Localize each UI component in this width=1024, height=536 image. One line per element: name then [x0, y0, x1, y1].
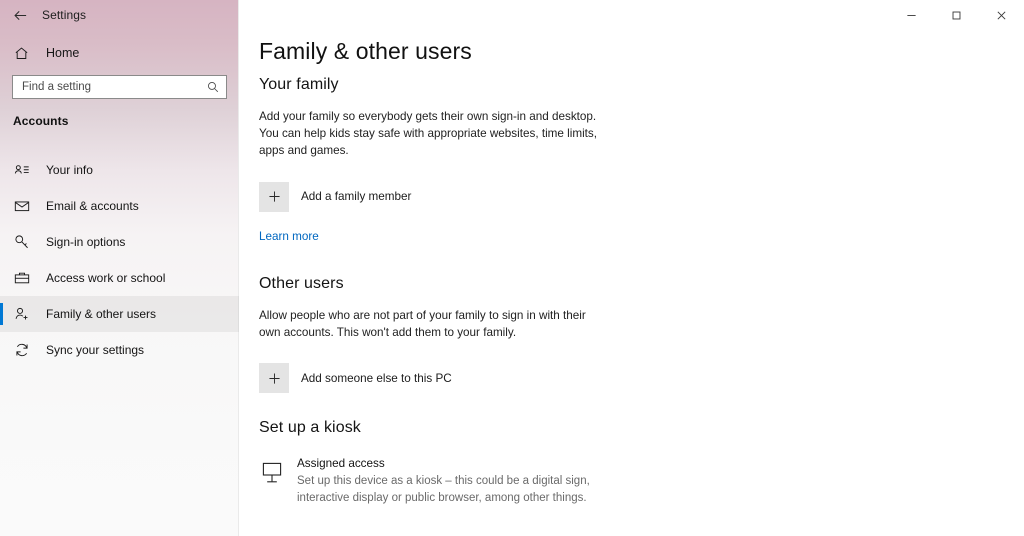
sidebar-item-label: Your info	[46, 163, 93, 177]
assigned-access-item[interactable]: Assigned access Set up this device as a …	[259, 457, 609, 506]
maximize-button[interactable]	[934, 0, 979, 30]
window-controls	[889, 0, 1024, 30]
search-input[interactable]	[22, 81, 206, 93]
assigned-access-text: Assigned access Set up this device as a …	[297, 457, 609, 506]
learn-more-link[interactable]: Learn more	[259, 230, 319, 243]
plus-icon	[259, 181, 289, 212]
sidebar-item-label: Email & accounts	[46, 199, 139, 213]
add-family-member-button[interactable]: Add a family member	[259, 181, 412, 212]
section-description: Allow people who are not part of your fa…	[259, 308, 586, 339]
page-title: Family & other users	[259, 38, 472, 64]
home-icon	[13, 45, 30, 62]
add-someone-else-button[interactable]: Add someone else to this PC	[259, 363, 452, 394]
sidebar-item-access-work-school[interactable]: Access work or school	[0, 260, 239, 296]
key-icon	[13, 234, 30, 251]
sidebar-item-label: Family & other users	[46, 307, 157, 321]
add-family-member-label: Add a family member	[301, 190, 412, 204]
search-container	[12, 75, 227, 99]
assigned-access-title: Assigned access	[297, 457, 385, 471]
contact-card-icon	[13, 162, 30, 179]
sidebar-item-signin-options[interactable]: Sign-in options	[0, 224, 239, 260]
sidebar-item-sync-your-settings[interactable]: Sync your settings	[0, 332, 239, 368]
navigation-sidebar: Home Accounts	[0, 0, 239, 536]
sidebar-item-your-info[interactable]: Your info	[0, 152, 239, 188]
search-box[interactable]	[12, 75, 227, 99]
search-icon	[206, 80, 220, 94]
sidebar-item-label: Access work or school	[46, 271, 166, 285]
title-bar-left: Settings	[0, 0, 239, 30]
main-content: Family & other users Your family Add you…	[239, 0, 1024, 536]
sidebar-group-label: Accounts	[13, 114, 69, 128]
sidebar-item-label: Sync your settings	[46, 343, 145, 357]
add-someone-else-label: Add someone else to this PC	[301, 371, 452, 385]
plus-icon	[259, 363, 289, 394]
briefcase-icon	[13, 270, 30, 287]
section-heading: Set up a kiosk	[259, 419, 361, 437]
close-button[interactable]	[979, 0, 1024, 30]
section-set-up-kiosk: Set up a kiosk Assigned access Set up th…	[259, 419, 609, 506]
back-arrow-icon[interactable]	[10, 5, 30, 25]
sidebar-item-label: Sign-in options	[46, 235, 126, 249]
section-other-users: Other users Allow people who are not par…	[259, 274, 609, 394]
window-title: Settings	[42, 8, 87, 22]
sync-icon	[13, 342, 30, 359]
add-user-icon	[13, 306, 30, 323]
envelope-icon	[13, 198, 30, 215]
section-heading: Other users	[259, 274, 344, 292]
kiosk-display-icon	[259, 459, 285, 487]
section-your-family: Your family Add your family so everybody…	[259, 76, 609, 245]
section-description: Add your family so everybody gets their …	[259, 110, 598, 158]
settings-window: Home Accounts	[0, 0, 1024, 536]
sidebar-item-home[interactable]: Home	[0, 40, 239, 66]
section-heading: Your family	[259, 76, 339, 93]
sidebar-item-family-other-users[interactable]: Family & other users	[0, 296, 239, 332]
assigned-access-description: Set up this device as a kiosk – this cou…	[297, 475, 590, 504]
title-bar: Settings	[0, 0, 1024, 30]
sidebar-nav-list: Your info Email & accounts Sign-in optio…	[0, 152, 239, 368]
minimize-button[interactable]	[889, 0, 934, 30]
home-label: Home	[46, 46, 80, 60]
settings-column: Your family Add your family so everybody…	[259, 76, 609, 506]
sidebar-item-email-accounts[interactable]: Email & accounts	[0, 188, 239, 224]
